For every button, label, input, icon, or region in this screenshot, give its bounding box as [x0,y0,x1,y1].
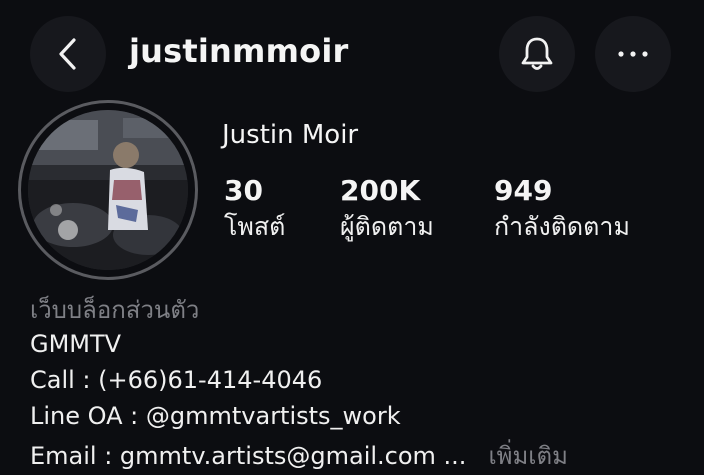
bio-line: GMMTV [30,330,122,358]
profile-username: justinmmoir [129,32,349,70]
bio-more-link[interactable]: เพิ่มเติม [488,442,567,470]
posts-label: โพสต์ [224,212,286,241]
posts-count[interactable]: 30 โพสต์ [224,174,285,244]
following-label: กำลังติดตาม [494,212,630,241]
bio-line: Call : (+66)61-414-4046 [30,366,323,394]
back-button[interactable] [30,16,106,92]
following-value: 949 [494,174,553,207]
chevron-left-icon [59,38,76,70]
more-horizontal-icon [618,51,648,57]
bio-line-text: Email : gmmtv.artists@gmail.com ... [30,442,467,470]
more-options-button[interactable] [595,16,671,92]
following-count[interactable]: 949 กำลังติดตาม [494,174,630,244]
bio-line-with-more: Email : gmmtv.artists@gmail.com ... เพิ่ม… [30,436,568,475]
posts-value: 30 [224,174,263,207]
followers-count[interactable]: 200K ผู้ติดตาม [340,174,434,244]
profile-screen: justinmmoir Justin Moir 30 โพสต์ 200K ผู… [0,0,704,474]
followers-label: ผู้ติดตาม [340,212,434,241]
profile-avatar[interactable] [18,100,198,280]
bio-line: Line OA : @gmmtvartists_work [30,402,401,430]
followers-value: 200K [340,174,421,207]
profile-category: เว็บบล็อกส่วนตัว [30,296,200,324]
avatar-photo [28,110,188,270]
notifications-button[interactable] [499,16,575,92]
display-name: Justin Moir [222,120,359,150]
bell-icon [521,37,553,70]
